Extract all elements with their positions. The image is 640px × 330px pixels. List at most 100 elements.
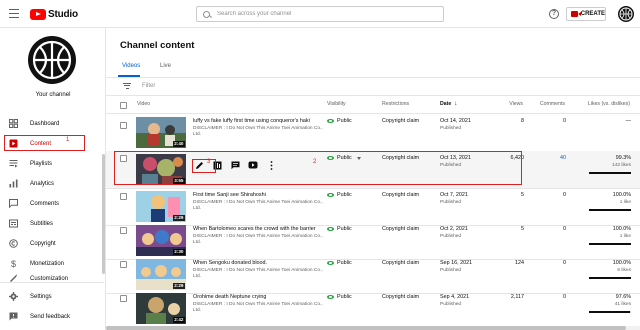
search-bar[interactable] — [196, 6, 444, 22]
video-views: 124 — [515, 260, 524, 266]
video-comments: 0 — [563, 294, 566, 300]
likes-bar — [589, 172, 631, 174]
likes-bar — [589, 311, 631, 313]
table-row[interactable]: 2:29 When Sengoku donated blood. DISCLAI… — [106, 256, 640, 294]
video-status: Published — [440, 200, 462, 205]
video-title[interactable]: Orohime death Neptune crying — [193, 294, 323, 300]
sidebar-item-copyright[interactable]: Copyright — [4, 235, 100, 252]
likes-bar-fill — [589, 172, 631, 174]
column-header-date[interactable]: Date ↓ — [440, 101, 457, 107]
create-button[interactable]: CREATE — [566, 7, 606, 21]
video-date: Oct 2, 2021 — [440, 226, 468, 232]
visibility-label: Public — [337, 226, 352, 232]
restrictions-link[interactable]: Copyright claim — [382, 192, 419, 198]
row-checkbox[interactable] — [120, 295, 127, 302]
video-thumbnail[interactable]: 2:30 — [136, 225, 186, 256]
table-row[interactable]: 2:30 When Bartolomeo scares the crowd wi… — [106, 222, 640, 260]
sidebar-item-label: Dashboard — [30, 120, 60, 127]
column-header-views[interactable]: Views — [509, 101, 523, 107]
sidebar-scrollbar[interactable] — [102, 154, 105, 274]
video-duration: 2:29 — [172, 283, 185, 289]
sidebar-item-customization[interactable]: Customization — [4, 273, 100, 282]
subtitles-icon — [9, 219, 18, 228]
visibility-status[interactable]: Public — [327, 226, 352, 232]
sidebar-item-label: Monetization — [30, 260, 65, 267]
column-header-comments[interactable]: Comments — [540, 101, 565, 107]
column-header-restrictions[interactable]: Restrictions — [382, 101, 409, 107]
column-header-likes[interactable]: Likes (vs. dislikes) — [588, 101, 630, 107]
video-title[interactable]: First time Sanji see Shirahoshi — [193, 192, 323, 198]
sidebar-item-monetization[interactable]: $ Monetization — [4, 255, 100, 272]
video-thumbnail[interactable]: 2:29 — [136, 259, 186, 290]
visibility-label: Public — [337, 260, 352, 266]
restrictions-link[interactable]: Copyright claim — [382, 118, 419, 124]
visibility-status[interactable]: Public — [327, 192, 352, 198]
visibility-label: Public — [337, 294, 352, 300]
horizontal-scrollbar[interactable] — [106, 326, 640, 330]
restrictions-link[interactable]: Copyright claim — [382, 294, 419, 300]
filter-icon[interactable] — [123, 83, 131, 89]
filter-input[interactable]: Filter — [142, 83, 155, 89]
video-title[interactable]: When Bartolomeo scares the crowd with th… — [193, 226, 323, 232]
likes-bar — [589, 243, 631, 245]
table-row[interactable]: 2:40 luffy vs fake luffy first time usin… — [106, 114, 640, 152]
row-checkbox[interactable] — [120, 227, 127, 234]
video-comments: 0 — [563, 192, 566, 198]
studio-logo[interactable]: Studio — [30, 8, 78, 20]
video-title[interactable]: luffy vs fake luffy first time using con… — [193, 118, 323, 124]
tab-live[interactable]: Live — [160, 63, 171, 69]
video-title[interactable]: When Sengoku donated blood. — [193, 260, 323, 266]
restrictions-link[interactable]: Copyright claim — [382, 260, 419, 266]
row-checkbox[interactable] — [120, 122, 127, 129]
annotation-label-2: 2 — [313, 159, 317, 165]
monetization-icon: $ — [10, 258, 16, 269]
visibility-status[interactable]: Public — [327, 118, 352, 124]
menu-icon[interactable] — [9, 9, 19, 18]
restrictions-link[interactable]: Copyright claim — [382, 226, 419, 232]
video-thumbnail[interactable]: 2:42 — [136, 293, 186, 324]
video-thumbnail[interactable]: 2:29 — [136, 191, 186, 222]
annotation-label-1: 1 — [66, 137, 70, 143]
search-icon — [203, 10, 210, 18]
video-comments-link[interactable]: 40 — [560, 155, 566, 161]
gear-icon — [9, 292, 18, 301]
video-likes-count: 1 like — [619, 234, 631, 239]
sidebar-item-settings[interactable]: Settings — [4, 288, 100, 305]
annotation-box-edit — [192, 159, 216, 173]
tab-videos[interactable]: Videos — [122, 63, 140, 69]
sidebar-item-label: Settings — [30, 293, 52, 300]
account-avatar[interactable] — [618, 6, 634, 22]
video-duration: 2:30 — [172, 249, 185, 255]
visibility-status[interactable]: Public — [327, 260, 352, 266]
sidebar-item-playlists[interactable]: Playlists — [4, 155, 100, 172]
video-views: 2,117 — [510, 294, 524, 300]
filter-divider — [106, 95, 640, 96]
sidebar-item-subtitles[interactable]: Subtitles — [4, 215, 100, 232]
table-row[interactable]: 2:42 Orohime death Neptune crying DISCLA… — [106, 290, 640, 328]
video-thumbnail[interactable]: 2:40 — [136, 117, 186, 148]
video-status: Published — [440, 234, 462, 239]
channel-avatar[interactable] — [28, 36, 76, 84]
help-icon[interactable]: ? — [549, 9, 559, 19]
video-likes-count: 142 likes — [612, 163, 631, 168]
analytics-icon — [9, 179, 18, 188]
visibility-label: Public — [337, 118, 352, 124]
sidebar-item-dashboard[interactable]: Dashboard — [4, 115, 100, 132]
video-comments: 0 — [563, 260, 566, 266]
column-header-visibility[interactable]: Visibility — [327, 101, 346, 107]
tabs-divider — [106, 77, 640, 78]
row-checkbox[interactable] — [120, 261, 127, 268]
table-row[interactable]: 2:29 First time Sanji see Shirahoshi DIS… — [106, 188, 640, 226]
sidebar-item-analytics[interactable]: Analytics — [4, 175, 100, 192]
select-all-checkbox[interactable] — [120, 102, 127, 109]
sidebar-item-comments[interactable]: Comments — [4, 195, 100, 212]
visibility-status[interactable]: Public — [327, 294, 352, 300]
sidebar-item-send-feedback[interactable]: Send feedback — [4, 308, 100, 325]
likes-bar-fill — [589, 209, 631, 211]
video-likes: 100.0% — [612, 226, 631, 232]
search-input[interactable] — [217, 11, 417, 17]
copyright-icon — [9, 239, 18, 248]
row-checkbox[interactable] — [120, 193, 127, 200]
video-likes: 99.3% — [615, 155, 631, 161]
video-likes: 97.6% — [615, 294, 631, 300]
